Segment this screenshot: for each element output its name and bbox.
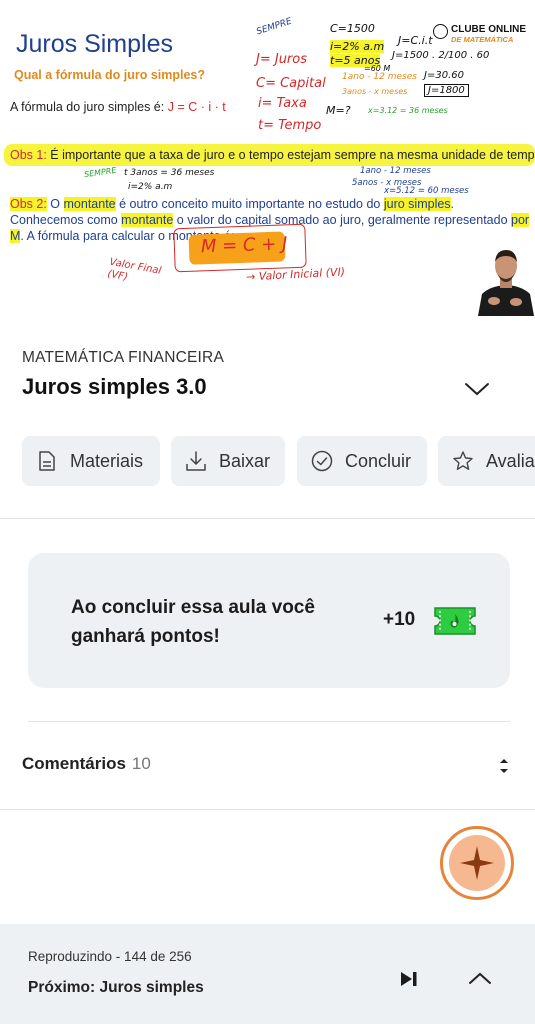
- download-icon: [186, 451, 206, 471]
- divider: [28, 721, 510, 722]
- complete-button[interactable]: Concluir: [297, 436, 427, 486]
- points-card: Ao concluir essa aula você ganhará ponto…: [28, 553, 510, 688]
- logo-line1: CLUBE ONLINE: [451, 24, 526, 35]
- download-button[interactable]: Baixar: [171, 436, 285, 486]
- divider: [0, 809, 535, 810]
- note-capital: C= Capital: [256, 76, 326, 91]
- obs1-label: Obs 1:: [10, 148, 47, 162]
- globe-icon: [433, 24, 448, 39]
- obs2-highlight: juro simples: [383, 197, 451, 211]
- playing-status: Reproduzindo - 144 de 256: [28, 949, 192, 964]
- video-player[interactable]: Juros Simples Qual a fórmula do juro sim…: [0, 0, 535, 322]
- note-t3anos: t 3anos = 36 meses: [124, 168, 215, 178]
- points-message: Ao concluir essa aula você ganhará ponto…: [71, 597, 315, 647]
- note-anos3: 3anos - x meses: [342, 87, 408, 96]
- obs2-text: é outro conceito muito importante no est…: [115, 197, 384, 211]
- complete-label: Concluir: [345, 450, 412, 471]
- note-jcit: J=C.i.t: [398, 34, 433, 47]
- note-valor-final: Valor Final (VF): [106, 256, 163, 283]
- obs1-text: É importante que a taxa de juro e o temp…: [46, 148, 535, 162]
- channel-logo: CLUBE ONLINE DE MATEMÁTICA: [433, 24, 533, 44]
- rate-label: Avaliar: [486, 450, 535, 471]
- slide-obs1: Obs 1: É importante que a taxa de juro e…: [0, 142, 535, 168]
- points-value: +10: [383, 609, 416, 630]
- chevron-down-icon[interactable]: [463, 380, 491, 398]
- note-j30: J=30.60: [424, 70, 464, 81]
- obs2-highlight: montante: [121, 213, 174, 227]
- materials-label: Materiais: [70, 450, 144, 471]
- note-c1500: C=1500: [330, 22, 375, 35]
- slide-title: Juros Simples: [16, 30, 173, 58]
- skip-next-icon[interactable]: [398, 970, 420, 988]
- note-m: M=?: [326, 104, 351, 117]
- slide-question: Qual a fórmula do juro simples?: [14, 68, 206, 82]
- next-lesson[interactable]: Próximo: Juros simples: [28, 979, 204, 997]
- sort-icon[interactable]: [497, 755, 511, 777]
- star-icon: [453, 451, 473, 470]
- comments-label: Comentários: [22, 754, 126, 773]
- comments-header[interactable]: Comentários 10: [22, 754, 151, 774]
- divider: [0, 518, 535, 519]
- note-sempre: SEMPRE: [255, 16, 294, 38]
- note-taxa: i= Taxa: [258, 96, 307, 111]
- note-i2am: i=2% a.m: [128, 182, 173, 192]
- logo-line2: DE MATEMÁTICA: [451, 35, 514, 44]
- ticket-icon: [434, 607, 476, 635]
- chevron-up-icon[interactable]: [467, 970, 493, 986]
- note-x36: x=3.12 = 36 meses: [368, 106, 448, 115]
- note-juros: J= Juros: [256, 52, 308, 67]
- note-ano12b: 1ano - 12 meses: [360, 166, 431, 176]
- formula-prefix: A fórmula do juro simples é:: [10, 100, 168, 114]
- note-ano12: 1ano - 12 meses: [342, 72, 417, 82]
- obs2-label: Obs 2:: [10, 197, 47, 211]
- download-label: Baixar: [219, 450, 271, 471]
- note-i2: i=2% a.m: [330, 40, 385, 53]
- assistant-button[interactable]: [440, 826, 514, 900]
- note-jcalc: J=1500 . 2/100 . 60: [392, 50, 490, 61]
- rate-button[interactable]: Avaliar: [438, 436, 535, 486]
- obs2-highlight: montante: [63, 197, 116, 211]
- presenter-thumbnail: [476, 238, 535, 316]
- document-icon: [39, 451, 55, 471]
- sparkle-icon: [460, 846, 494, 880]
- comments-count: 10: [131, 754, 151, 773]
- course-name: MATEMÁTICA FINANCEIRA: [22, 349, 224, 366]
- note-j1800: J=1800: [424, 84, 469, 97]
- formula-box: M = C + J: [173, 223, 307, 273]
- note-x60: x=5.12 = 60 meses: [384, 186, 469, 196]
- lesson-title: Juros simples 3.0: [22, 374, 207, 399]
- player-bar[interactable]: Reproduzindo - 144 de 256 Próximo: Juros…: [0, 924, 535, 1024]
- obs2-text: o valor do capital somado ao juro, geral…: [173, 213, 511, 227]
- slide-formula-line: A fórmula do juro simples é: J = C · i ·…: [10, 100, 226, 114]
- obs2-text: O: [46, 197, 64, 211]
- materials-button[interactable]: Materiais: [22, 436, 160, 486]
- check-circle-icon: [311, 450, 333, 472]
- formula: J = C · i · t: [167, 100, 226, 114]
- note-m-formula: M = C + J: [200, 233, 288, 258]
- lesson-actions: Materiais Baixar Concluir Avaliar: [22, 436, 535, 486]
- note-tempo: t= Tempo: [258, 118, 322, 133]
